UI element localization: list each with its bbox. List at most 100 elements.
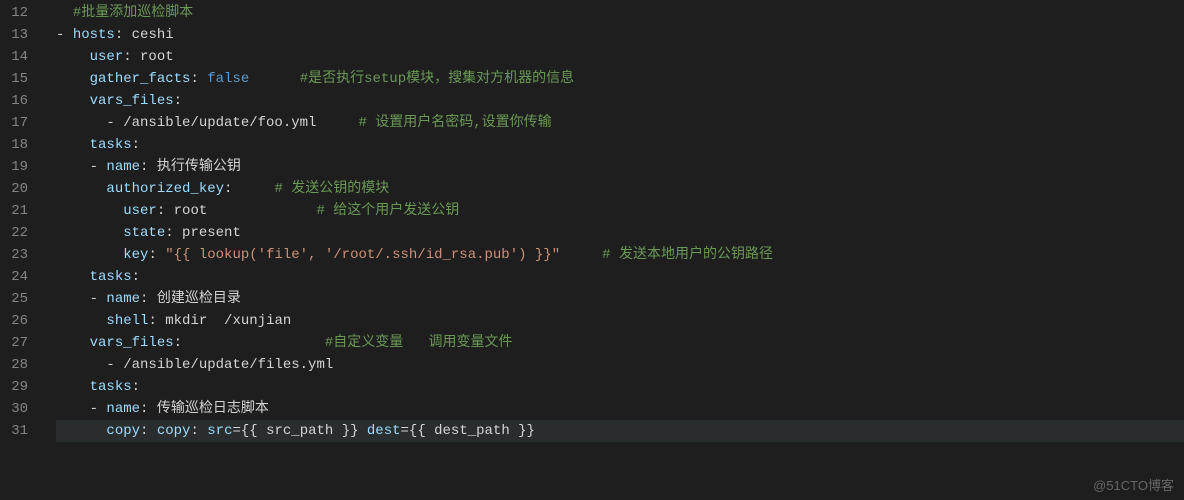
code-token: tasks — [90, 269, 132, 285]
code-line[interactable]: user: root # 给这个用户发送公钥 — [56, 200, 1184, 222]
code-token — [56, 71, 90, 87]
code-token: : — [148, 247, 165, 263]
line-number: 16 — [0, 90, 46, 112]
code-token: : — [190, 423, 207, 439]
code-token: : — [174, 335, 182, 351]
code-line[interactable]: - name: 传输巡检日志脚本 — [56, 398, 1184, 420]
line-number-gutter: 1213141516171819202122232425262728293031 — [0, 2, 46, 442]
code-token: tasks — [90, 379, 132, 395]
line-number: 13 — [0, 24, 46, 46]
code-line[interactable]: - /ansible/update/files.yml — [56, 354, 1184, 376]
code-token: - — [56, 291, 106, 307]
line-number: 14 — [0, 46, 46, 68]
code-token: # 发送公钥的模块 — [274, 181, 389, 197]
code-token: - — [56, 27, 73, 43]
code-token — [56, 313, 106, 329]
code-token: : — [132, 137, 140, 153]
code-token: # 设置用户名密码,设置你传输 — [358, 115, 551, 131]
code-line[interactable]: vars_files: — [56, 90, 1184, 112]
code-token: : — [140, 159, 157, 175]
code-token — [56, 379, 90, 395]
line-number: 24 — [0, 266, 46, 288]
code-line[interactable]: gather_facts: false #是否执行setup模块，搜集对方机器的… — [56, 68, 1184, 90]
code-line[interactable]: shell: mkdir /xunjian — [56, 310, 1184, 332]
code-token: : — [174, 93, 182, 109]
line-number: 19 — [0, 156, 46, 178]
code-token: authorized_key — [106, 181, 224, 197]
code-token — [56, 5, 73, 21]
line-number: 20 — [0, 178, 46, 200]
code-token — [232, 181, 274, 197]
code-token: name — [106, 401, 140, 417]
code-token: copy — [157, 423, 191, 439]
code-editor[interactable]: 1213141516171819202122232425262728293031… — [0, 0, 1184, 442]
code-token: root — [174, 203, 317, 219]
code-token: : — [190, 71, 207, 87]
line-number: 17 — [0, 112, 46, 134]
code-line[interactable]: - /ansible/update/foo.yml # 设置用户名密码,设置你传… — [56, 112, 1184, 134]
code-token: : — [140, 423, 157, 439]
code-token: hosts — [73, 27, 115, 43]
code-token — [560, 247, 602, 263]
code-token: ={{ dest_path }} — [401, 423, 535, 439]
code-line[interactable]: - name: 创建巡检目录 — [56, 288, 1184, 310]
code-token: #自定义变量 调用变量文件 — [325, 335, 513, 351]
code-token: : — [157, 203, 174, 219]
code-token: - /ansible/update/files.yml — [56, 357, 333, 373]
code-line[interactable]: copy: copy: src={{ src_path }} dest={{ d… — [56, 420, 1184, 442]
code-token: src — [207, 423, 232, 439]
code-line[interactable]: state: present — [56, 222, 1184, 244]
code-token — [182, 335, 325, 351]
code-token: user — [90, 49, 124, 65]
code-token — [56, 181, 106, 197]
code-token: 执行传输公钥 — [157, 159, 241, 175]
code-token: : — [123, 49, 140, 65]
code-token — [56, 225, 123, 241]
code-line[interactable]: tasks: — [56, 376, 1184, 398]
code-token: user — [123, 203, 157, 219]
code-line[interactable]: - hosts: ceshi — [56, 24, 1184, 46]
code-token — [56, 137, 90, 153]
code-line[interactable]: user: root — [56, 46, 1184, 68]
line-number: 25 — [0, 288, 46, 310]
code-line[interactable]: tasks: — [56, 134, 1184, 156]
code-line[interactable]: - name: 执行传输公钥 — [56, 156, 1184, 178]
code-token: vars_files — [90, 93, 174, 109]
line-number: 22 — [0, 222, 46, 244]
code-token: #是否执行setup模块，搜集对方机器的信息 — [300, 71, 574, 87]
code-token: ceshi — [132, 27, 174, 43]
code-token: : — [115, 27, 132, 43]
code-token: 传输巡检日志脚本 — [157, 401, 269, 417]
line-number: 31 — [0, 420, 46, 442]
code-token: : — [132, 379, 140, 395]
code-token: # 发送本地用户的公钥路径 — [602, 247, 773, 263]
code-token: "{{ lookup('file', '/root/.ssh/id_rsa.pu… — [165, 247, 560, 263]
line-number: 28 — [0, 354, 46, 376]
code-line[interactable]: tasks: — [56, 266, 1184, 288]
line-number: 12 — [0, 2, 46, 24]
code-token: : — [132, 269, 140, 285]
code-token: - — [56, 401, 106, 417]
code-line[interactable]: vars_files: #自定义变量 调用变量文件 — [56, 332, 1184, 354]
code-token: root — [140, 49, 174, 65]
code-token: # 给这个用户发送公钥 — [316, 203, 459, 219]
code-token: state — [123, 225, 165, 241]
code-token — [56, 93, 90, 109]
watermark-text: @51CTO博客 — [1093, 475, 1174, 494]
code-token: : — [140, 401, 157, 417]
code-token — [56, 269, 90, 285]
code-token: - — [56, 159, 106, 175]
code-line[interactable]: #批量添加巡检脚本 — [56, 2, 1184, 24]
code-area[interactable]: #批量添加巡检脚本- hosts: ceshi user: root gathe… — [46, 2, 1184, 442]
code-token: shell — [106, 313, 148, 329]
code-line[interactable]: key: "{{ lookup('file', '/root/.ssh/id_r… — [56, 244, 1184, 266]
code-token — [56, 335, 90, 351]
line-number: 26 — [0, 310, 46, 332]
code-token: vars_files — [90, 335, 174, 351]
code-token: : — [165, 225, 182, 241]
code-line[interactable]: authorized_key: # 发送公钥的模块 — [56, 178, 1184, 200]
code-token — [56, 49, 90, 65]
code-token: gather_facts — [90, 71, 191, 87]
code-token: false — [207, 71, 249, 87]
code-token: present — [182, 225, 241, 241]
